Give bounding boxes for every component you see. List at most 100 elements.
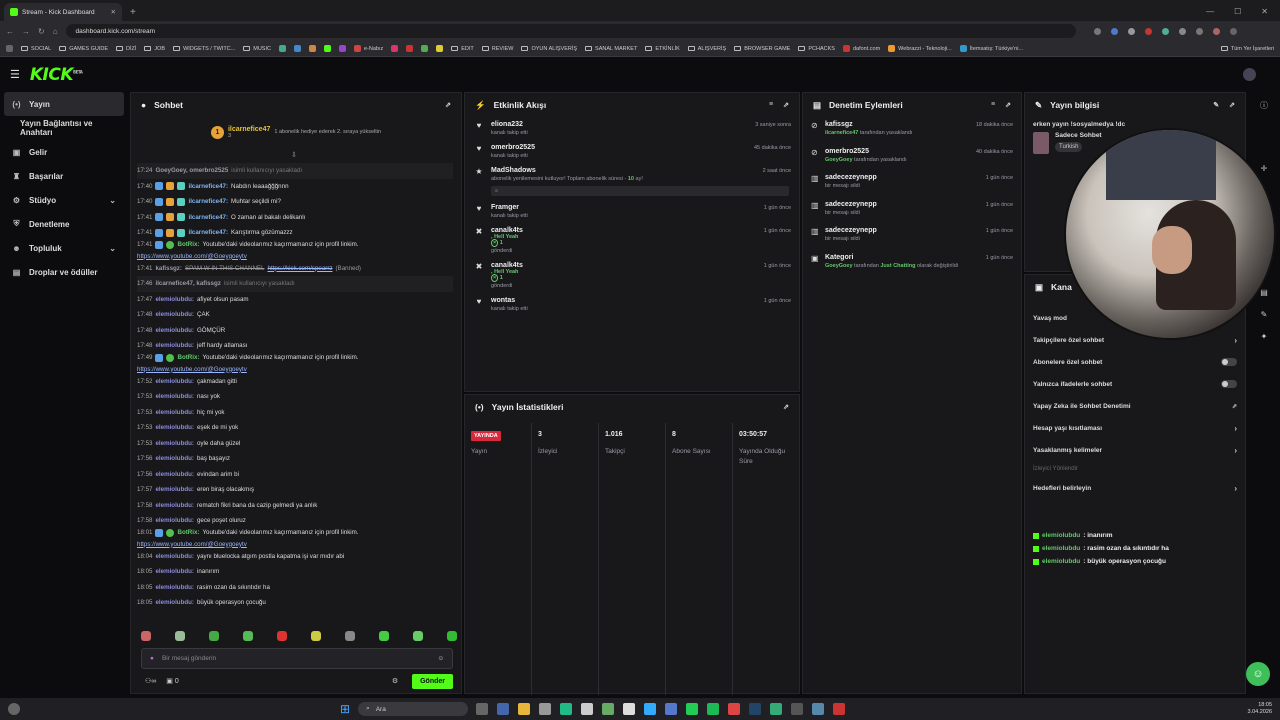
bookmark-favicon-icon[interactable] — [338, 45, 346, 52]
minimize-icon[interactable]: — — [1206, 7, 1214, 16]
emote-icon[interactable] — [243, 631, 253, 641]
app-icon[interactable] — [791, 703, 804, 715]
spotify-icon[interactable] — [707, 703, 720, 715]
steam-icon[interactable] — [749, 703, 762, 715]
url-field[interactable]: dashboard.kick.com/stream — [65, 24, 1076, 38]
bookmark-item[interactable]: BROWSER GAME — [734, 46, 790, 52]
new-tab-icon[interactable]: + — [130, 7, 136, 18]
apps-grid-icon[interactable] — [6, 45, 13, 52]
app-icon[interactable] — [497, 703, 510, 715]
chat-username[interactable]: elemiolubdu: — [155, 342, 194, 350]
bookmark-favicon-icon[interactable] — [436, 45, 444, 52]
task-view-icon[interactable] — [476, 703, 489, 715]
bookmark-item[interactable]: JOB — [144, 46, 165, 52]
emote-icon[interactable] — [413, 631, 423, 641]
emote-icon[interactable] — [209, 631, 219, 641]
chrome-icon[interactable] — [728, 703, 741, 715]
popout-icon[interactable]: ⇗ — [783, 403, 789, 411]
chat-username[interactable]: elemiolubdu: — [155, 486, 194, 494]
activity-user[interactable]: eliona232 — [491, 121, 789, 128]
users-infinity-icon[interactable]: ⚇∞ — [145, 677, 156, 685]
bookmark-item[interactable]: PCHACKS — [798, 46, 835, 52]
popout-icon[interactable]: ⇗ — [1229, 101, 1235, 109]
settings-row[interactable]: Yasaklanmış kelimeler › — [1025, 439, 1245, 461]
chat-username[interactable]: elemiolubdu: — [155, 471, 194, 479]
app-icon[interactable] — [560, 703, 573, 715]
taskbar-search[interactable]: ⌕ Ara — [358, 702, 469, 716]
filter-icon[interactable]: ≡ — [991, 101, 995, 109]
app-icon[interactable] — [581, 703, 594, 715]
bookmark-favicon-icon[interactable] — [421, 45, 429, 52]
bookmark-favicon-icon[interactable] — [293, 45, 301, 52]
close-tab-icon[interactable]: ✕ — [111, 8, 116, 16]
chat-username[interactable]: elemiolubdu: — [155, 568, 194, 576]
forward-icon[interactable]: → — [22, 27, 30, 36]
app-icon[interactable] — [833, 703, 846, 715]
edit-pencil-icon[interactable]: ✎ — [1213, 101, 1219, 109]
popout-icon[interactable]: ⇗ — [783, 101, 789, 109]
reload-icon[interactable]: ↻ — [38, 27, 45, 36]
maximize-icon[interactable]: ☐ — [1234, 7, 1241, 16]
emote-icon[interactable] — [311, 631, 321, 641]
home-icon[interactable]: ⌂ — [53, 27, 58, 36]
extension-icon[interactable] — [1110, 27, 1118, 35]
bookmark-item[interactable]: ALIŞVERİŞ — [687, 46, 726, 52]
moderation-target[interactable]: sadecezeynepp — [825, 201, 877, 208]
chat-username[interactable]: ilcarnefice47: — [188, 214, 228, 222]
bookmark-favicon-icon[interactable] — [323, 45, 331, 52]
bookmark-item[interactable]: ETKİNLİK — [645, 46, 680, 52]
bookmark-favicon-icon[interactable] — [308, 45, 316, 52]
bookmark-favicon-icon[interactable] — [406, 45, 414, 52]
sidebar-item-denetleme[interactable]: ⛨ Denetleme — [0, 212, 128, 236]
chat-username[interactable]: ilcarnefice47, kafissgz — [155, 280, 220, 288]
emote-icon[interactable] — [345, 631, 355, 641]
moderation-target[interactable]: sadecezeynepp — [825, 227, 877, 234]
bookmark-favicon-icon[interactable] — [391, 45, 399, 52]
activity-user[interactable]: omerbro2525 — [491, 144, 789, 151]
system-clock[interactable]: 18:05 3.04.2026 — [1248, 702, 1272, 716]
moderator-name[interactable]: GoeyGoey — [825, 157, 853, 163]
app-icon[interactable] — [665, 703, 678, 715]
file-explorer-icon[interactable] — [518, 703, 531, 715]
activity-user[interactable]: wontas — [491, 297, 789, 304]
settings-row[interactable]: Abonelere özel sohbet — [1025, 351, 1245, 373]
bookmark-item[interactable]: SOCIAL — [21, 46, 51, 52]
profile-avatar-icon[interactable] — [1212, 27, 1220, 35]
kick-logo[interactable]: KICKBETA — [30, 65, 83, 85]
popout-icon[interactable]: ⇗ — [445, 101, 451, 109]
chat-username[interactable]: elemiolubdu: — [155, 584, 194, 592]
bookmark-item[interactable]: GAMES GUIDE — [59, 46, 108, 52]
pinned-user[interactable]: ilcarnefice47 — [228, 126, 270, 133]
widgets-icon[interactable] — [8, 703, 20, 715]
bookmark-star-icon[interactable] — [1093, 27, 1101, 35]
bookmark-item[interactable]: DİZİ — [116, 46, 136, 52]
emote-icon[interactable] — [447, 631, 457, 641]
emote-icon[interactable] — [379, 631, 389, 641]
emote-icon[interactable] — [141, 631, 151, 641]
sidebar-item-droplar[interactable]: ▤ Droplar ve ödüller — [0, 260, 128, 284]
bookmark-item[interactable]: EDIT — [451, 46, 474, 52]
chat-username[interactable]: ilcarnefice47: — [188, 183, 228, 191]
mic-icon[interactable]: ● — [150, 655, 154, 662]
settings-row[interactable]: Yapay Zeka ile Sohbet Denetimi ⇗ — [1025, 395, 1245, 417]
chat-username[interactable]: elemiolubdu: — [155, 378, 194, 386]
bookmark-item[interactable]: SANAL MARKET — [585, 46, 637, 52]
chat-username[interactable]: elemiolubdu: — [155, 296, 194, 304]
moderator-name[interactable]: GoeyGoey — [825, 263, 853, 269]
app-icon[interactable] — [623, 703, 636, 715]
wrench-icon[interactable]: ✎ — [1257, 310, 1271, 324]
popout-icon[interactable]: ⇗ — [1005, 101, 1011, 109]
chat-link[interactable]: https://www.youtube.com/@Goeygoeytv — [137, 253, 453, 261]
sidebar-item-yayin[interactable]: (•) Yayın — [4, 92, 124, 116]
settings-gear-icon[interactable]: ⚙ — [392, 677, 398, 685]
all-bookmarks[interactable]: Tüm Yer İşaretleri — [1220, 46, 1274, 52]
emote-icon[interactable] — [175, 631, 185, 641]
sidebar-item-topluluk[interactable]: ☻ Topluluk ⌄ — [0, 236, 128, 260]
settings-row-targets[interactable]: Hedefleri belirleyin › — [1025, 477, 1245, 499]
menu-dots-icon[interactable] — [1229, 27, 1237, 35]
bookmark-item[interactable]: dafont.com — [842, 45, 880, 52]
bookmark-item[interactable]: Webrazzi - Teknoloji... — [888, 45, 952, 52]
chat-username[interactable]: ilcarnefice47: — [188, 229, 228, 237]
bookmark-item[interactable]: WIDGETS / TWITC... — [173, 46, 235, 52]
chat-input[interactable]: ● Bir mesaj gönderin ☺ — [141, 648, 453, 669]
